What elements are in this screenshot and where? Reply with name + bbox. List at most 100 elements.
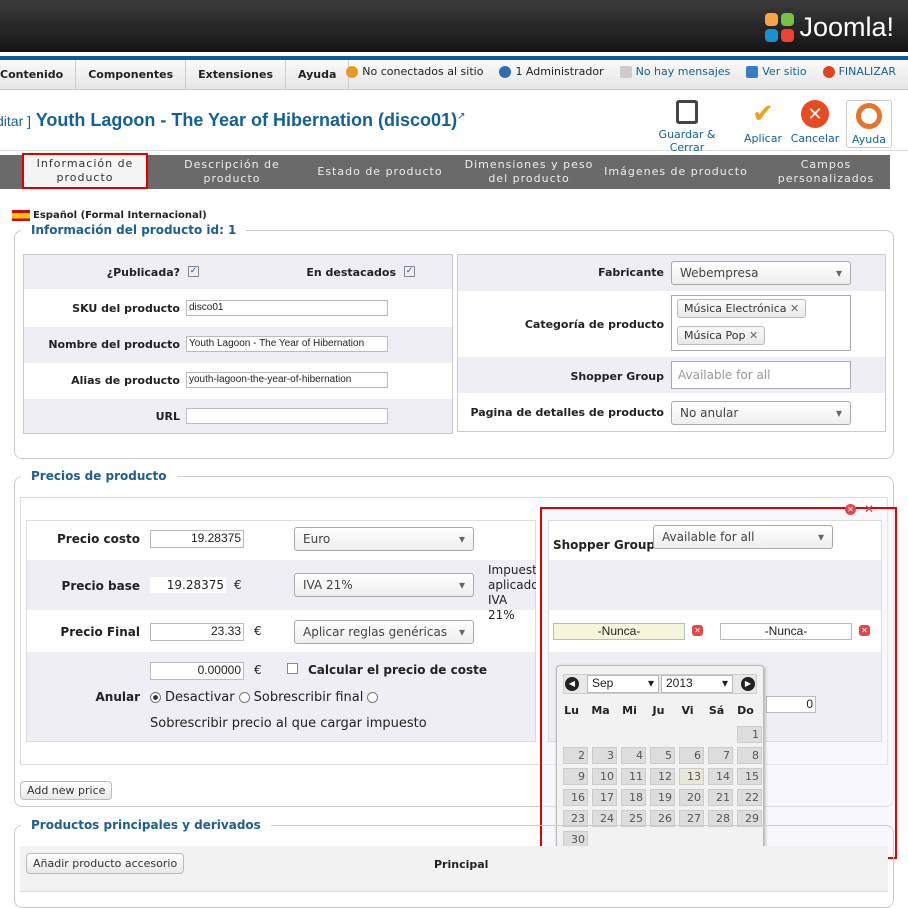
details-page-select[interactable]: No anular — [671, 401, 851, 425]
tab-images[interactable]: Imágenes de producto — [600, 155, 752, 189]
joomla-logo-icon — [765, 12, 795, 43]
tab-dimensions[interactable]: Dimensiones y peso del producto — [460, 155, 598, 189]
override-radio-group: Desactivar Sobrescribir final — [150, 690, 379, 705]
calendar-day[interactable]: 14 — [708, 768, 733, 785]
view-site-link[interactable]: Ver sitio — [746, 63, 807, 81]
calendar-day[interactable]: 1 — [737, 726, 762, 743]
override-price-input[interactable]: 0.00000 — [150, 662, 244, 680]
alias-label: Alias de producto — [71, 374, 180, 387]
calendar-day[interactable]: 12 — [650, 768, 675, 785]
menu-help[interactable]: Ayuda — [286, 60, 350, 90]
calendar-day[interactable]: 16 — [563, 789, 588, 806]
year-select[interactable]: 2013 ▾ — [661, 675, 733, 693]
shopper-group-input[interactable]: Available for all — [671, 361, 851, 389]
delete-price-icon[interactable]: ✕ — [845, 504, 856, 515]
disable-radio-label: Desactivar — [165, 690, 235, 705]
calendar-day[interactable]: 9 — [563, 768, 588, 785]
currency-select[interactable]: Euro — [294, 527, 474, 551]
alias-input[interactable]: youth-lagoon-the-year-of-hibernation — [186, 372, 388, 388]
visitors-status: No conectados al sitio — [346, 63, 483, 81]
external-link-icon[interactable]: ↗ — [457, 111, 465, 122]
tax-select[interactable]: IVA 21% — [294, 573, 474, 597]
disable-radio[interactable] — [150, 692, 161, 703]
date-to-input[interactable]: -Nunca- — [720, 623, 852, 640]
language-label: Español (Formal Internacional) — [12, 210, 207, 221]
calendar-day[interactable]: 11 — [621, 768, 646, 785]
calendar-day[interactable]: 15 — [737, 768, 762, 785]
clear-date-icon[interactable]: ✕ — [692, 625, 703, 636]
calendar-day[interactable]: 4 — [621, 747, 646, 764]
calendar-day[interactable]: 2 — [563, 747, 588, 764]
calendar-day[interactable]: 21 — [708, 789, 733, 806]
calendar-day[interactable]: 22 — [737, 789, 762, 806]
mail-icon — [619, 66, 632, 78]
override-final-radio[interactable] — [238, 692, 250, 703]
override-label: Anular — [95, 690, 140, 704]
admins-status: 1 Administrador — [499, 63, 604, 81]
cancel-button[interactable]: ✕ Cancelar — [788, 100, 842, 145]
category-chip[interactable]: Música Pop ✕ — [677, 326, 766, 345]
collapse-icon[interactable]: ✕ — [864, 502, 874, 516]
category-chip[interactable]: Música Electrónica ✕ — [677, 299, 807, 318]
help-button[interactable]: Ayuda — [846, 100, 892, 148]
joomla-logo[interactable]: Joomla! — [765, 12, 894, 43]
add-price-button[interactable]: Add new price — [20, 781, 113, 800]
tab-status[interactable]: Estado de producto — [310, 155, 450, 189]
tab-description[interactable]: Descripción de producto — [170, 155, 294, 189]
url-input[interactable] — [186, 408, 388, 424]
calendar-day[interactable]: 3 — [592, 747, 617, 764]
manufacturer-label: Fabricante — [598, 266, 664, 279]
weekday-label: Do — [737, 704, 754, 717]
add-accessory-button[interactable]: Añadir producto accesorio — [26, 853, 185, 874]
save-icon — [676, 100, 698, 124]
calendar-day[interactable]: 10 — [592, 768, 617, 785]
calc-cost-checkbox[interactable] — [287, 663, 298, 674]
lifebuoy-icon — [856, 103, 882, 129]
weekday-label: Mi — [622, 704, 637, 717]
tab-product-info[interactable]: Información de producto — [22, 153, 148, 189]
name-input[interactable]: Youth Lagoon - The Year of Hibernation — [186, 336, 388, 352]
published-checkbox[interactable]: ✓ — [188, 266, 199, 277]
prev-month-icon[interactable]: ◀ — [565, 677, 579, 691]
tab-custom-fields[interactable]: Campos personalizados — [770, 155, 882, 189]
calendar-day[interactable]: 6 — [679, 747, 704, 764]
clear-date-icon[interactable]: ✕ — [859, 625, 870, 636]
admin-icon — [499, 66, 512, 78]
calendar-day[interactable]: 18 — [621, 789, 646, 806]
logout-icon — [822, 66, 835, 78]
cost-price-input[interactable]: 19.28375 — [150, 530, 244, 548]
price-rules-select[interactable]: Aplicar reglas genéricas — [294, 620, 474, 644]
remove-icon[interactable]: ✕ — [749, 329, 758, 342]
override-tax-radio[interactable] — [367, 692, 379, 703]
month-select[interactable]: Sep ▾ — [587, 675, 659, 693]
cost-price-label: Precio costo — [57, 532, 140, 546]
remove-icon[interactable]: ✕ — [790, 302, 799, 315]
sku-input[interactable]: disco01 — [186, 300, 388, 316]
calendar-day[interactable]: 8 — [737, 747, 762, 764]
monitor-icon — [746, 66, 759, 78]
featured-checkbox[interactable]: ✓ — [404, 266, 415, 277]
menu-components[interactable]: Componentes — [76, 60, 187, 90]
euro-sign: € — [234, 578, 242, 592]
apply-button[interactable]: ✔ Aplicar — [736, 99, 790, 145]
date-from-input[interactable]: -Nunca- — [553, 623, 685, 640]
next-month-icon[interactable]: ▶ — [741, 677, 755, 691]
euro-sign: € — [254, 663, 262, 677]
menu-content[interactable]: Contenido — [0, 60, 77, 90]
calendar-day[interactable]: 7 — [708, 747, 733, 764]
shopper-group-select[interactable]: Available for all — [653, 525, 833, 549]
calendar-day[interactable]: 13 — [679, 768, 704, 785]
calendar-day[interactable]: 5 — [650, 747, 675, 764]
logout-link[interactable]: FINALIZAR — [822, 63, 896, 81]
calendar-day[interactable]: 19 — [650, 789, 675, 806]
quantity-input[interactable]: 0 — [766, 696, 816, 713]
euro-sign: € — [254, 624, 262, 638]
manufacturer-select[interactable]: Webempresa — [671, 261, 851, 285]
calendar-day[interactable]: 17 — [592, 789, 617, 806]
calendar-day[interactable]: 20 — [679, 789, 704, 806]
final-price-input[interactable]: 23.33 — [150, 623, 244, 641]
menu-extensions[interactable]: Extensiones — [186, 60, 287, 90]
product-info-legend: Información del producto id: 1 — [31, 223, 237, 237]
messages-link[interactable]: No hay mensajes — [619, 63, 730, 81]
save-close-button[interactable]: Guardar & Cerrar — [644, 100, 730, 154]
